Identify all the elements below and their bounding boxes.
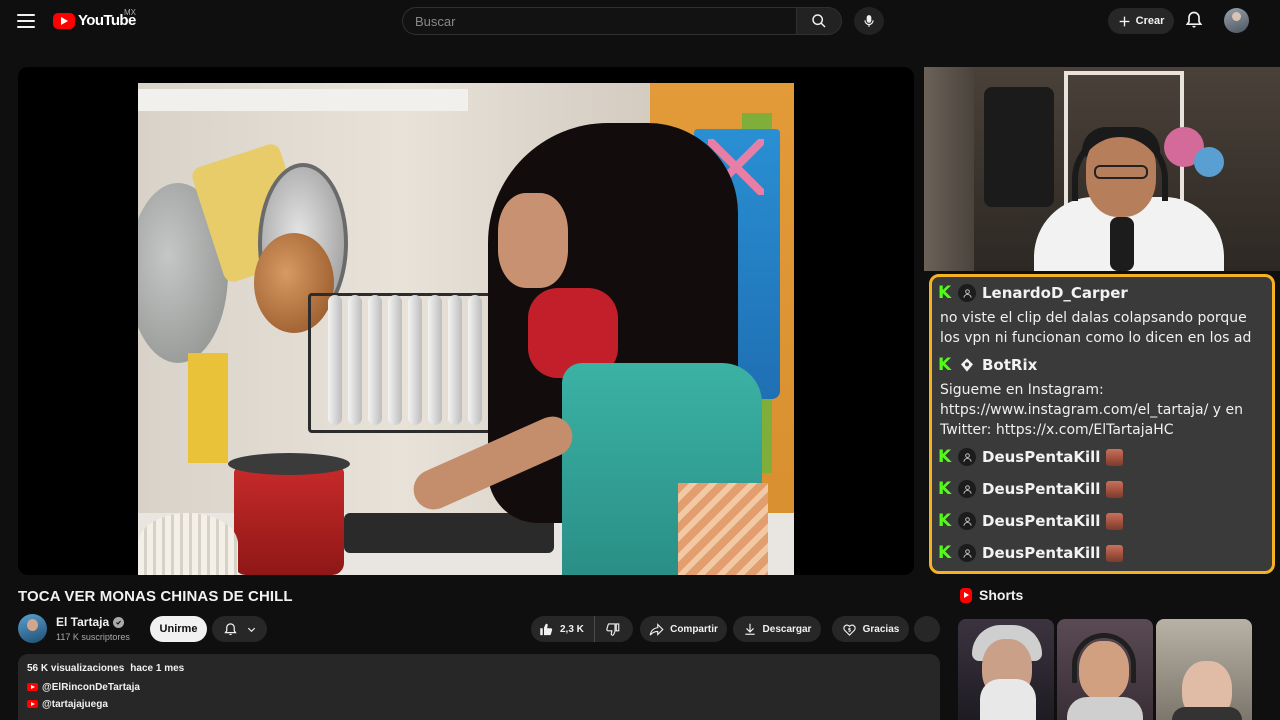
kick-logo-icon: K: [938, 479, 952, 499]
channel-avatar[interactable]: [18, 614, 47, 643]
shorts-section-title: Shorts: [960, 587, 1023, 603]
notification-settings-button[interactable]: [212, 616, 267, 642]
country-code: MX: [124, 8, 136, 17]
create-label: Crear: [1135, 15, 1165, 27]
plus-icon: [1119, 16, 1129, 26]
like-count: 2,3 K: [560, 623, 584, 635]
description-channel-link[interactable]: @tartajajuega: [27, 697, 931, 711]
thanks-label: Gracias: [862, 623, 900, 635]
like-button[interactable]: 2,3 K: [531, 616, 595, 642]
user-badge-icon: [958, 284, 976, 302]
search-bar: [402, 7, 842, 35]
account-avatar[interactable]: [1224, 8, 1249, 33]
kick-logo-icon: K: [938, 355, 952, 375]
download-button[interactable]: Descargar: [733, 616, 821, 642]
chat-username: DeusPentaKill: [982, 480, 1101, 498]
streamer-webcam: [924, 67, 1280, 271]
kick-logo-icon: K: [938, 543, 952, 563]
menu-button[interactable]: [14, 9, 38, 33]
user-badge-icon: [958, 512, 976, 530]
kick-logo-icon: K: [938, 283, 952, 303]
channel-name[interactable]: El Tartaja: [56, 615, 109, 629]
chat-emote: [1106, 448, 1124, 466]
thumbs-up-icon: [540, 623, 553, 635]
user-badge-icon: [958, 448, 976, 466]
join-button[interactable]: Unirme: [150, 616, 207, 642]
chat-username: DeusPentaKill: [982, 544, 1101, 562]
top-bar: YouTube MX Crear: [0, 0, 1280, 42]
description-box[interactable]: 56 K visualizaciones hace 1 mes @ElRinco…: [18, 654, 940, 720]
download-icon: [744, 623, 755, 635]
youtube-mini-icon: [27, 683, 38, 691]
heart-dollar-icon: $: [843, 624, 856, 636]
voice-search-button[interactable]: [854, 7, 884, 35]
kick-logo-icon: K: [938, 447, 952, 467]
view-count: 56 K visualizaciones: [27, 663, 125, 674]
share-label: Compartir: [670, 623, 718, 635]
kick-logo-icon: K: [938, 511, 952, 531]
user-badge-icon: [958, 480, 976, 498]
description-meta: 56 K visualizaciones hace 1 mes: [27, 663, 931, 674]
svg-text:$: $: [847, 627, 851, 633]
chat-message-header: K DeusPentaKill: [938, 443, 1266, 471]
bot-badge-icon: [958, 356, 976, 374]
thanks-button[interactable]: $ Gracias: [832, 616, 909, 642]
verified-check-icon: [113, 616, 125, 628]
chat-message-header: K DeusPentaKill: [938, 507, 1266, 535]
more-actions-button[interactable]: [914, 616, 940, 642]
search-button[interactable]: [796, 7, 842, 35]
chat-username: DeusPentaKill: [982, 448, 1101, 466]
user-badge-icon: [958, 544, 976, 562]
video-title: TOCA VER MONAS CHINAS DE CHILL: [18, 588, 293, 605]
search-input[interactable]: [402, 7, 796, 35]
chat-message-header: K BotRix: [938, 351, 1266, 379]
youtube-mini-icon: [27, 700, 38, 708]
stream-chat-overlay: K LenardoD_Carper no viste el clip del d…: [929, 274, 1275, 574]
shorts-label: Shorts: [979, 587, 1024, 603]
chat-emote: [1106, 512, 1124, 530]
chat-message-header: K DeusPentaKill: [938, 475, 1266, 503]
chat-message-header: K DeusPentaKill: [938, 539, 1266, 567]
description-channel-link[interactable]: @ElRinconDeTartaja: [27, 680, 931, 694]
chat-username: LenardoD_Carper: [982, 284, 1128, 302]
channel-link-text[interactable]: @ElRinconDeTartaja: [42, 682, 140, 693]
microphone-icon: [864, 15, 874, 27]
thumbs-down-icon: [606, 622, 620, 636]
chat-username: DeusPentaKill: [982, 512, 1101, 530]
create-button[interactable]: Crear: [1108, 8, 1174, 34]
search-icon: [812, 14, 826, 28]
youtube-play-icon: [53, 12, 75, 29]
channel-name-row[interactable]: El Tartaja: [56, 615, 125, 629]
chat-emote: [1106, 480, 1124, 498]
share-button[interactable]: Compartir: [640, 616, 727, 642]
short-thumbnail[interactable]: [1057, 619, 1153, 720]
dislike-button[interactable]: [595, 616, 631, 642]
like-dislike-group: 2,3 K: [531, 616, 633, 642]
chevron-down-icon: [247, 627, 255, 632]
video-player[interactable]: [18, 67, 914, 575]
chat-emote: [1106, 544, 1124, 562]
chat-message-text: Sigueme en Instagram: https://www.instag…: [940, 382, 1244, 438]
chat-username: BotRix: [982, 356, 1038, 374]
subscriber-count: 117 K suscriptores: [56, 632, 130, 642]
download-label: Descargar: [762, 623, 812, 635]
chat-message-header: K LenardoD_Carper: [938, 279, 1266, 307]
shorts-icon: [960, 587, 972, 603]
video-frame: [138, 83, 794, 575]
notifications-bell-icon[interactable]: [1184, 10, 1204, 30]
upload-date: hace 1 mes: [130, 663, 185, 674]
share-arrow-icon: [649, 622, 664, 636]
chat-message-text: no viste el clip del dalas colapsando po…: [940, 310, 1252, 346]
short-thumbnail[interactable]: [1156, 619, 1252, 720]
short-thumbnail[interactable]: [958, 619, 1054, 720]
bell-icon: [223, 622, 237, 635]
channel-link-text[interactable]: @tartajajuega: [42, 699, 108, 710]
